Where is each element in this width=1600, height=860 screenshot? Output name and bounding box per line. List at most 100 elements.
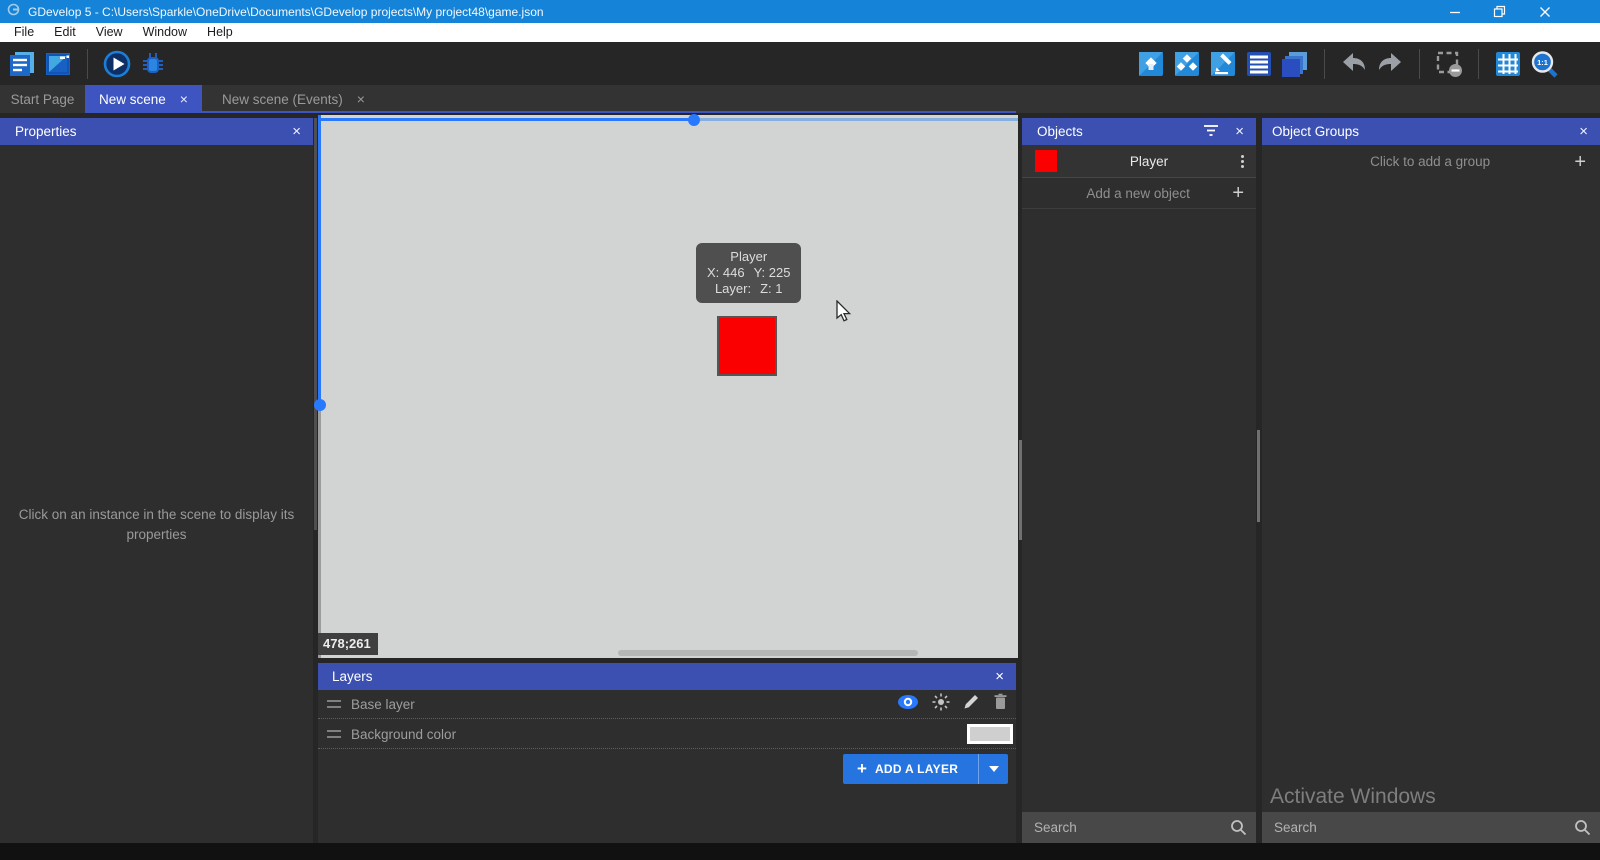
menu-help[interactable]: Help bbox=[197, 23, 243, 42]
tooltip-layer: Layer: bbox=[715, 281, 751, 297]
project-manager-icon[interactable] bbox=[8, 50, 36, 78]
tooltip-x: X: 446 bbox=[707, 265, 745, 281]
redo-icon[interactable] bbox=[1376, 50, 1404, 78]
plus-icon: + bbox=[857, 759, 867, 779]
layers-header: Layers × bbox=[318, 663, 1016, 690]
gdevelop-window: GDevelop 5 - C:\Users\Sparkle\OneDrive\D… bbox=[0, 0, 1600, 860]
editor-tabs: Start Page New scene × New scene (Events… bbox=[0, 85, 1600, 113]
play-preview-icon[interactable] bbox=[103, 50, 131, 78]
tab-close-icon[interactable]: × bbox=[357, 92, 365, 106]
scrollbar-thumb[interactable] bbox=[314, 118, 317, 530]
canvas-vscrollbar-track[interactable] bbox=[318, 405, 321, 658]
debug-icon[interactable] bbox=[139, 50, 167, 78]
tab-start-page[interactable]: Start Page bbox=[0, 85, 85, 113]
add-object-row[interactable]: Add a new object + bbox=[1022, 178, 1256, 209]
add-group-row[interactable]: Click to add a group + bbox=[1262, 145, 1600, 178]
menu-view[interactable]: View bbox=[86, 23, 133, 42]
canvas-hscrollbar[interactable] bbox=[318, 118, 694, 121]
mouse-cursor bbox=[835, 300, 855, 327]
tooltip-z: Z: 1 bbox=[760, 281, 782, 297]
edit-pencil-icon[interactable] bbox=[963, 693, 980, 715]
layers-panel: Layers × Base layer bbox=[318, 663, 1016, 843]
layers-panel-icon[interactable] bbox=[1281, 50, 1309, 78]
window-bottom-edge bbox=[0, 843, 1600, 860]
layer-row-base[interactable]: Base layer bbox=[318, 690, 1016, 719]
menu-bar: File Edit View Window Help bbox=[0, 23, 1600, 42]
close-icon[interactable]: × bbox=[292, 124, 301, 139]
layer-name: Background color bbox=[351, 727, 967, 742]
tab-new-scene-events[interactable]: New scene (Events) × bbox=[210, 85, 377, 113]
layer-row-background[interactable]: Background color bbox=[318, 720, 1016, 749]
chevron-down-icon bbox=[989, 766, 999, 772]
properties-panel: Properties × Click on an instance in the… bbox=[0, 113, 313, 843]
objects-search-input[interactable] bbox=[1022, 812, 1256, 843]
objects-panel-icon[interactable] bbox=[1137, 50, 1165, 78]
properties-panel-icon[interactable] bbox=[1209, 50, 1237, 78]
svg-text:1:1: 1:1 bbox=[1537, 58, 1548, 67]
properties-empty-message: Click on an instance in the scene to dis… bbox=[0, 505, 313, 545]
tab-new-scene[interactable]: New scene × bbox=[85, 85, 202, 113]
player-instance[interactable] bbox=[717, 316, 777, 376]
background-color-swatch[interactable] bbox=[967, 724, 1013, 744]
drag-handle-icon[interactable] bbox=[327, 700, 341, 708]
close-icon[interactable]: × bbox=[1579, 124, 1588, 139]
filter-icon[interactable] bbox=[1203, 123, 1219, 140]
instances-list-icon[interactable] bbox=[1245, 50, 1273, 78]
objects-panel: Objects × Player Add a new object + bbox=[1022, 113, 1256, 843]
effects-icon[interactable] bbox=[932, 693, 950, 716]
delete-trash-icon[interactable] bbox=[993, 693, 1008, 715]
instance-tooltip: Player X: 446 Y: 225 Layer: Z: 1 bbox=[696, 243, 801, 303]
canvas-vscroll-handle[interactable] bbox=[314, 399, 326, 411]
object-groups-title: Object Groups bbox=[1272, 124, 1579, 139]
add-layer-dropdown[interactable] bbox=[978, 754, 1008, 784]
kebab-menu-icon[interactable] bbox=[1241, 155, 1244, 168]
add-layer-button[interactable]: + ADD A LAYER bbox=[843, 754, 1008, 784]
plus-icon: + bbox=[1574, 152, 1586, 172]
canvas-hscrollbar-track[interactable] bbox=[694, 118, 1018, 121]
close-button[interactable] bbox=[1522, 0, 1567, 23]
properties-header: Properties × bbox=[0, 118, 313, 145]
object-groups-panel-icon[interactable] bbox=[1173, 50, 1201, 78]
tooltip-y: Y: 225 bbox=[754, 265, 791, 281]
minimize-button[interactable] bbox=[1432, 0, 1477, 23]
restore-button[interactable] bbox=[1477, 0, 1522, 23]
object-list-item[interactable]: Player bbox=[1022, 145, 1256, 178]
title-bar: GDevelop 5 - C:\Users\Sparkle\OneDrive\D… bbox=[0, 0, 1600, 23]
gdevelop-logo-icon bbox=[7, 3, 20, 21]
search-icon bbox=[1230, 819, 1247, 836]
undo-icon[interactable] bbox=[1340, 50, 1368, 78]
object-groups-body: Activate Windows Go to Settings to activ… bbox=[1262, 145, 1600, 843]
layer-name: Base layer bbox=[351, 697, 897, 712]
objects-title: Objects bbox=[1037, 124, 1203, 139]
clear-selection-icon[interactable] bbox=[1435, 50, 1463, 78]
object-groups-header: Object Groups × bbox=[1262, 118, 1600, 145]
visibility-eye-icon[interactable] bbox=[897, 694, 919, 715]
layers-title: Layers bbox=[332, 669, 995, 684]
toolbar: 1:1 bbox=[0, 42, 1600, 85]
menu-window[interactable]: Window bbox=[133, 23, 197, 42]
scrollbar-thumb[interactable] bbox=[1257, 430, 1260, 522]
canvas-vscrollbar[interactable] bbox=[318, 115, 321, 405]
scene-canvas[interactable]: Player X: 446 Y: 225 Layer: Z: 1 478;261 bbox=[318, 115, 1018, 658]
zoom-1-1-icon[interactable]: 1:1 bbox=[1530, 50, 1558, 78]
object-thumbnail bbox=[1035, 150, 1057, 172]
search-icon bbox=[1574, 819, 1591, 836]
object-groups-search-input[interactable] bbox=[1262, 812, 1600, 843]
objects-header: Objects × bbox=[1022, 118, 1256, 145]
drag-handle-icon[interactable] bbox=[327, 730, 341, 738]
canvas-bottom-scroll-thumb[interactable] bbox=[618, 650, 918, 656]
plus-icon: + bbox=[1232, 183, 1244, 203]
close-icon[interactable]: × bbox=[1235, 124, 1244, 139]
tab-close-icon[interactable]: × bbox=[180, 92, 188, 106]
menu-file[interactable]: File bbox=[4, 23, 44, 42]
open-window-icon[interactable] bbox=[44, 50, 72, 78]
objects-search-bar bbox=[1022, 812, 1256, 843]
close-icon[interactable]: × bbox=[995, 668, 1004, 685]
objects-body bbox=[1022, 145, 1256, 843]
grid-icon[interactable] bbox=[1494, 50, 1522, 78]
canvas-hscroll-handle[interactable] bbox=[688, 114, 700, 126]
window-title: GDevelop 5 - C:\Users\Sparkle\OneDrive\D… bbox=[28, 5, 544, 19]
cursor-coordinates-badge: 478;261 bbox=[318, 633, 378, 655]
tooltip-object-name: Player bbox=[707, 249, 790, 265]
menu-edit[interactable]: Edit bbox=[44, 23, 86, 42]
